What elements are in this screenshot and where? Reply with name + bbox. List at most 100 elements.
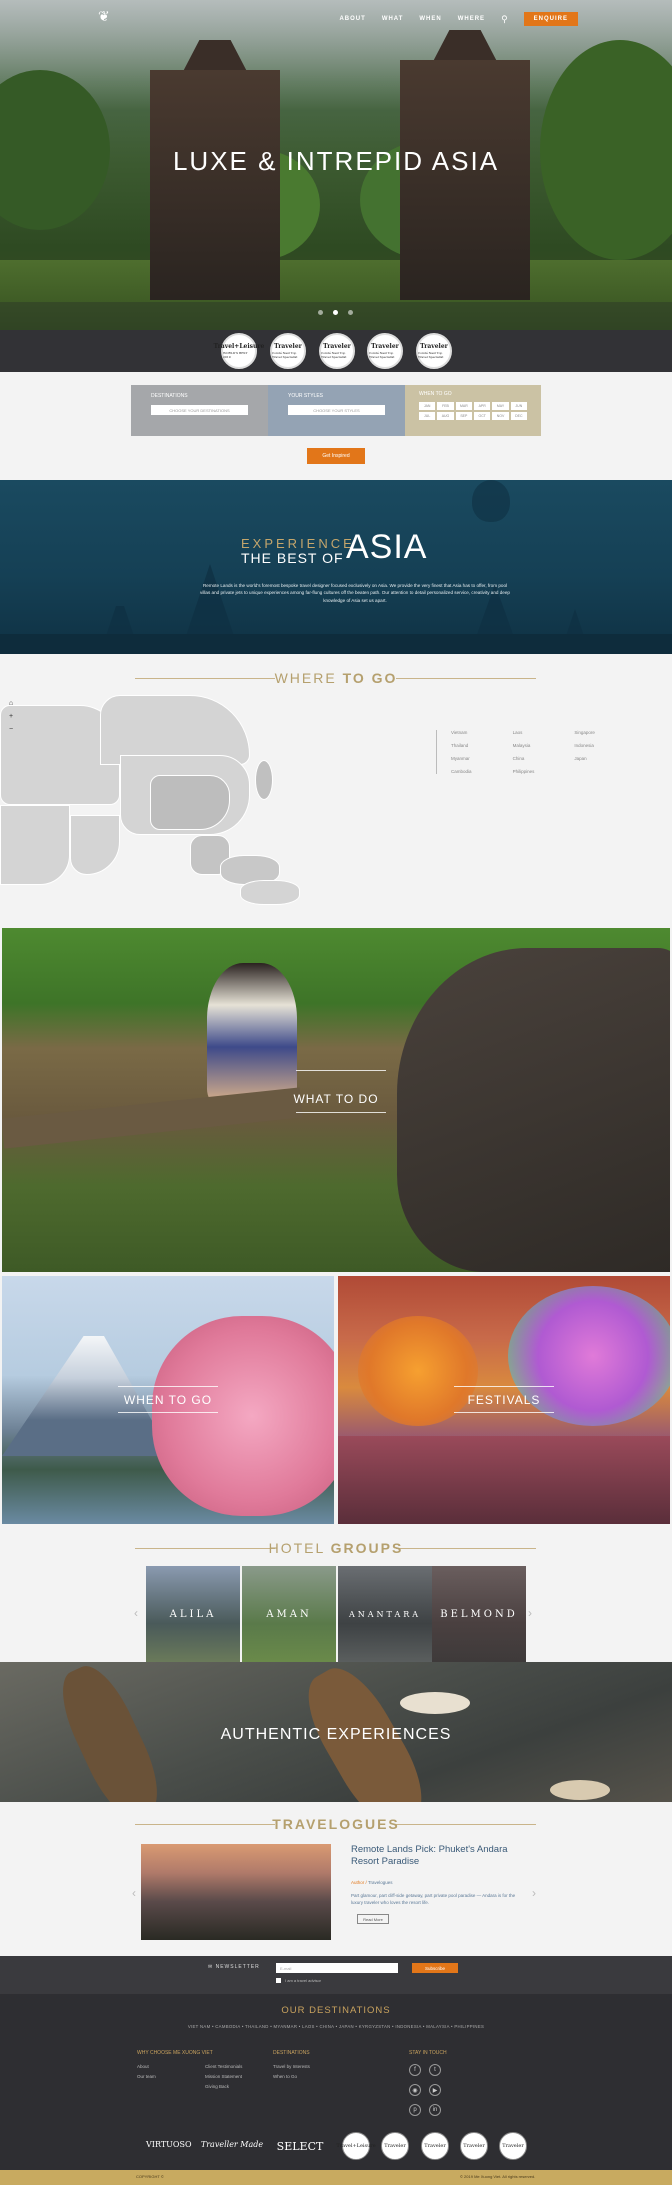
destinations-select[interactable]: CHOOSE YOUR DESTINATIONS — [151, 405, 248, 415]
hotels-title: HOTEL GROUPS — [268, 1540, 404, 1556]
footer-link[interactable]: Travel by Interests — [273, 2064, 310, 2069]
month-option[interactable]: MAY — [492, 402, 509, 410]
twitter-icon[interactable]: t — [429, 2064, 441, 2076]
linkedin-icon[interactable]: in — [429, 2104, 441, 2116]
footer-link[interactable]: Mission Statement — [205, 2074, 242, 2079]
facebook-icon[interactable]: f — [409, 2064, 421, 2076]
experience-asia: ASIA — [346, 528, 428, 566]
what-to-do-label: WHAT TO DO — [293, 1092, 379, 1106]
festivals-tile[interactable]: FESTIVALS — [338, 1276, 670, 1524]
footer-countries[interactable]: VIET NAM • CAMBODIA • THAILAND • MYANMAR… — [0, 2024, 672, 2029]
carousel-dot[interactable] — [348, 310, 353, 315]
footer-destinations-title: OUR DESTINATIONS — [281, 2005, 391, 2016]
nav-about[interactable]: ABOUT — [339, 16, 365, 22]
copyright-bar — [0, 2170, 672, 2185]
destination-link[interactable]: Philippines — [513, 769, 575, 774]
experience-text: Remote Lands is the world's foremost bes… — [200, 583, 510, 603]
destinations-label: DESTINATIONS — [151, 393, 188, 399]
youtube-icon[interactable]: ▶ — [429, 2084, 441, 2096]
chevron-right-icon[interactable]: › — [528, 1606, 532, 1620]
copyright-right: © 2019 Me Xuong Viet. All rights reserve… — [460, 2174, 536, 2179]
footer-col-stay-in-touch: STAY IN TOUCH — [409, 2050, 447, 2056]
destination-link[interactable]: Indonesia — [574, 743, 636, 748]
zoom-out-icon[interactable]: − — [9, 726, 13, 733]
month-option[interactable]: MAR — [455, 402, 472, 410]
destination-link[interactable]: Vietnam — [451, 730, 513, 735]
authentic-title: AUTHENTIC EXPERIENCES — [220, 1726, 452, 1743]
month-option[interactable]: SEP — [455, 412, 472, 420]
footer-link[interactable]: When to Go — [273, 2074, 297, 2079]
pinterest-icon[interactable]: p — [409, 2104, 421, 2116]
footer-award-badge: Traveler — [499, 2132, 527, 2160]
travelogue-title[interactable]: Remote Lands Pick: Phuket's Andara Resor… — [351, 1844, 531, 1869]
partner-logo-select: SELECT — [276, 2140, 324, 2153]
travelogues-title: TRAVELOGUES — [272, 1816, 400, 1832]
chevron-right-icon[interactable]: › — [532, 1886, 536, 1900]
nav-what[interactable]: WHAT — [382, 16, 404, 22]
main-nav: ABOUT WHAT WHEN WHERE ⚲ ENQUIRE — [339, 12, 578, 26]
destination-link[interactable]: Malaysia — [513, 743, 575, 748]
footer-award-badge: Traveler — [460, 2132, 488, 2160]
where-title: WHERE TO GO — [274, 670, 398, 686]
read-more-button[interactable]: Read More — [357, 1914, 389, 1924]
instagram-icon[interactable]: ◉ — [409, 2084, 421, 2096]
home-icon[interactable]: ⌂ — [9, 700, 13, 707]
hotel-belmond[interactable]: BELMOND — [432, 1566, 526, 1662]
partner-logo-traveller-made: Traveller Made — [200, 2140, 264, 2149]
get-inspired-button[interactable]: Get Inspired — [307, 448, 365, 464]
advisor-checkbox[interactable] — [276, 1978, 281, 1983]
carousel-dots — [318, 310, 353, 315]
enquire-button[interactable]: ENQUIRE — [523, 12, 578, 26]
zoom-in-icon[interactable]: + — [9, 713, 13, 720]
month-option[interactable]: OCT — [474, 412, 491, 420]
nav-when[interactable]: WHEN — [419, 16, 441, 22]
nav-where[interactable]: WHERE — [458, 16, 485, 22]
newsletter-email-input[interactable]: E-mail — [276, 1963, 398, 1973]
month-option[interactable]: NOV — [492, 412, 509, 420]
destination-list: Vietnam Laos Singapore Thailand Malaysia… — [436, 730, 636, 774]
carousel-dot[interactable] — [318, 310, 323, 315]
brand-logo[interactable]: ❦ — [98, 8, 116, 26]
footer-col-destinations: DESTINATIONS — [273, 2050, 310, 2056]
subscribe-button[interactable]: Subscribe — [412, 1963, 458, 1973]
month-option[interactable]: APR — [474, 402, 491, 410]
hotel-anantara[interactable]: ANANTARA — [338, 1566, 432, 1662]
destination-link[interactable]: Cambodia — [451, 769, 513, 774]
month-option[interactable]: JUN — [510, 402, 527, 410]
travelogue-image[interactable] — [141, 1844, 331, 1940]
footer-link[interactable]: Client Testimonials — [205, 2064, 242, 2069]
advisor-checkbox-label: I am a travel advisor — [285, 1978, 322, 1983]
destination-link[interactable]: Singapore — [574, 730, 636, 735]
footer-award-badge: Traveler — [381, 2132, 409, 2160]
carousel-dot[interactable] — [333, 310, 338, 315]
partner-logo-virtuoso: VIRTUOSO — [146, 2140, 192, 2149]
destination-link[interactable]: Japan — [574, 756, 636, 761]
footer-col-why: WHY CHOOSE ME XUONG VIET — [137, 2050, 213, 2056]
destinations-map[interactable] — [0, 695, 372, 910]
when-to-go-tile[interactable]: WHEN TO GO — [2, 1276, 334, 1524]
destination-link[interactable]: Thailand — [451, 743, 513, 748]
experience-banner — [0, 480, 672, 654]
chevron-left-icon[interactable]: ‹ — [134, 1606, 138, 1620]
footer-link[interactable]: About — [137, 2064, 149, 2069]
award-badge: Traveler Condé Nast Top Travel Specialist — [367, 333, 403, 369]
month-option[interactable]: JAN — [419, 402, 436, 410]
destinations-column: DESTINATIONS CHOOSE YOUR DESTINATIONS — [131, 385, 268, 436]
destination-link[interactable]: China — [513, 756, 575, 761]
what-to-do-tile[interactable]: WHAT TO DO — [2, 928, 670, 1272]
chevron-left-icon[interactable]: ‹ — [132, 1886, 136, 1900]
search-icon[interactable]: ⚲ — [501, 14, 508, 25]
destination-link[interactable]: Laos — [513, 730, 575, 735]
footer-link[interactable]: Giving Back — [205, 2084, 229, 2089]
advisor-checkbox-row: I am a travel advisor — [276, 1978, 321, 1983]
hotel-alila[interactable]: ALILA — [146, 1566, 240, 1662]
month-option[interactable]: DEC — [510, 412, 527, 420]
month-option[interactable]: JUL — [419, 412, 436, 420]
styles-select[interactable]: CHOOSE YOUR STYLES — [288, 405, 385, 415]
footer-award-badge: Travel+Leisure — [336, 2132, 376, 2160]
hotel-aman[interactable]: AMAN — [242, 1566, 336, 1662]
month-option[interactable]: FEB — [437, 402, 454, 410]
month-option[interactable]: AUG — [437, 412, 454, 420]
footer-link[interactable]: Our team — [137, 2074, 156, 2079]
destination-link[interactable]: Myanmar — [451, 756, 513, 761]
